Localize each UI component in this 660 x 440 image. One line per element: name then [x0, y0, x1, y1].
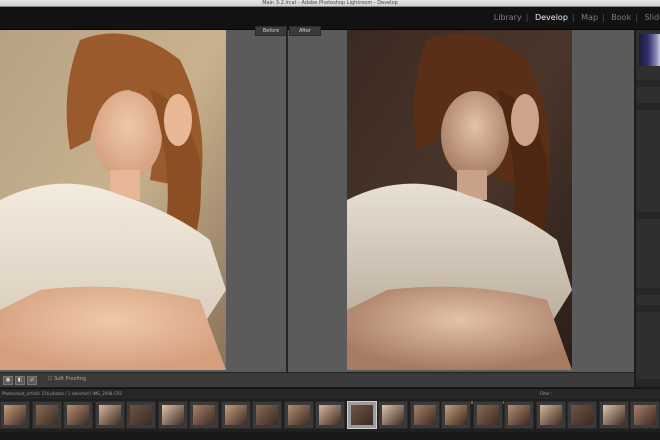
module-library[interactable]: Library [494, 13, 522, 22]
thumbnail-image [256, 405, 278, 425]
panel-header[interactable] [636, 80, 660, 87]
thumbnail-image [35, 405, 58, 425]
thumbnail-image [98, 405, 121, 425]
after-label: After [289, 26, 321, 36]
filmstrip-thumbnail[interactable] [504, 401, 534, 429]
filmstrip-thumbnail[interactable] [189, 401, 219, 429]
thumbnail-image [476, 405, 499, 425]
view-mode-icon[interactable]: ▣ [3, 376, 13, 385]
thumbnail-image [445, 405, 467, 425]
filmstrip-thumbnail[interactable] [598, 401, 629, 429]
filmstrip-thumbnail[interactable] [220, 401, 251, 429]
filmstrip-thumbnail[interactable] [630, 401, 660, 429]
filmstrip-filter-label[interactable]: Filter : [540, 391, 553, 396]
before-after-icon[interactable]: ◧ [15, 376, 25, 385]
filmstrip-thumbnail[interactable] [283, 401, 314, 429]
thumbnail-image [161, 405, 184, 425]
module-slideshow[interactable]: Slide [644, 13, 660, 22]
develop-right-panel [635, 30, 660, 386]
filmstrip [0, 399, 660, 432]
before-label: Before [255, 26, 287, 36]
module-separator: | [571, 13, 575, 22]
filmstrip-thumbnail[interactable] [472, 401, 503, 429]
module-book[interactable]: Book [611, 13, 631, 22]
thumbnail-image [382, 405, 404, 425]
filmstrip-thumbnail[interactable] [157, 401, 188, 429]
window-title-bar: Main 3-2.lrcat - Adobe Photoshop Lightro… [0, 0, 660, 7]
filmstrip-thumbnail[interactable] [441, 401, 471, 429]
panel-header[interactable] [636, 103, 660, 110]
bottom-edge [0, 432, 660, 440]
histogram [639, 34, 660, 66]
filmstrip-thumbnail[interactable] [126, 401, 156, 429]
filmstrip-thumbnail[interactable] [535, 401, 566, 429]
module-map[interactable]: Map [581, 13, 598, 22]
thumbnail-image [602, 405, 625, 425]
module-picker: Library| Develop| Map| Book| Slide [494, 13, 660, 22]
module-separator: | [635, 13, 638, 22]
thumbnail-image [130, 405, 152, 425]
filmstrip-thumbnail[interactable] [31, 401, 62, 429]
thumbnail-image [508, 405, 530, 425]
panel-header[interactable] [636, 212, 660, 219]
before-photo[interactable] [0, 30, 226, 370]
thumbnail-image [193, 405, 215, 425]
filmstrip-thumbnail[interactable] [409, 401, 440, 429]
after-photo[interactable] [347, 30, 572, 370]
thumbnail-image [413, 405, 436, 425]
soft-proofing-toggle[interactable]: ☐ Soft Proofing [48, 376, 86, 382]
filmstrip-thumbnail[interactable] [567, 401, 597, 429]
window-title: Main 3-2.lrcat - Adobe Photoshop Lightro… [262, 0, 398, 6]
thumbnail-image [571, 405, 593, 425]
before-after-divider [286, 30, 288, 372]
filmstrip-thumbnail[interactable] [63, 401, 93, 429]
module-develop[interactable]: Develop [535, 13, 568, 22]
panel-header[interactable] [636, 288, 660, 295]
filmstrip-thumbnail[interactable] [0, 401, 30, 429]
filmstrip-thumbnail[interactable] [346, 401, 377, 429]
thumbnail-image [67, 405, 89, 425]
thumbnail-image [319, 405, 341, 425]
thumbnail-image [350, 405, 373, 425]
filmstrip-thumbnail[interactable] [378, 401, 408, 429]
thumbnail-image [224, 405, 247, 425]
thumbnail-image [634, 405, 656, 425]
filmstrip-thumbnail[interactable] [315, 401, 345, 429]
module-separator: | [525, 13, 529, 22]
soft-proofing-label: Soft Proofing [54, 376, 87, 382]
toolbar: ▣ ◧ ⇄ ☐ Soft Proofing [0, 372, 634, 387]
panel-header[interactable] [636, 305, 660, 312]
panel-header[interactable] [636, 379, 660, 386]
thumbnail-image [4, 405, 26, 425]
filmstrip-thumbnail[interactable] [94, 401, 125, 429]
module-separator: | [602, 13, 605, 22]
thumbnail-image [539, 405, 562, 425]
filmstrip-header: Photoshoot_artistic 156 photos / 1 selec… [0, 388, 660, 399]
filmstrip-source-path[interactable]: Photoshoot_artistic 156 photos / 1 selec… [2, 391, 122, 396]
swap-icon[interactable]: ⇄ [27, 376, 37, 385]
thumbnail-image [287, 405, 310, 425]
filmstrip-thumbnail[interactable] [252, 401, 282, 429]
module-picker-bar: Library| Develop| Map| Book| Slide [0, 7, 660, 30]
